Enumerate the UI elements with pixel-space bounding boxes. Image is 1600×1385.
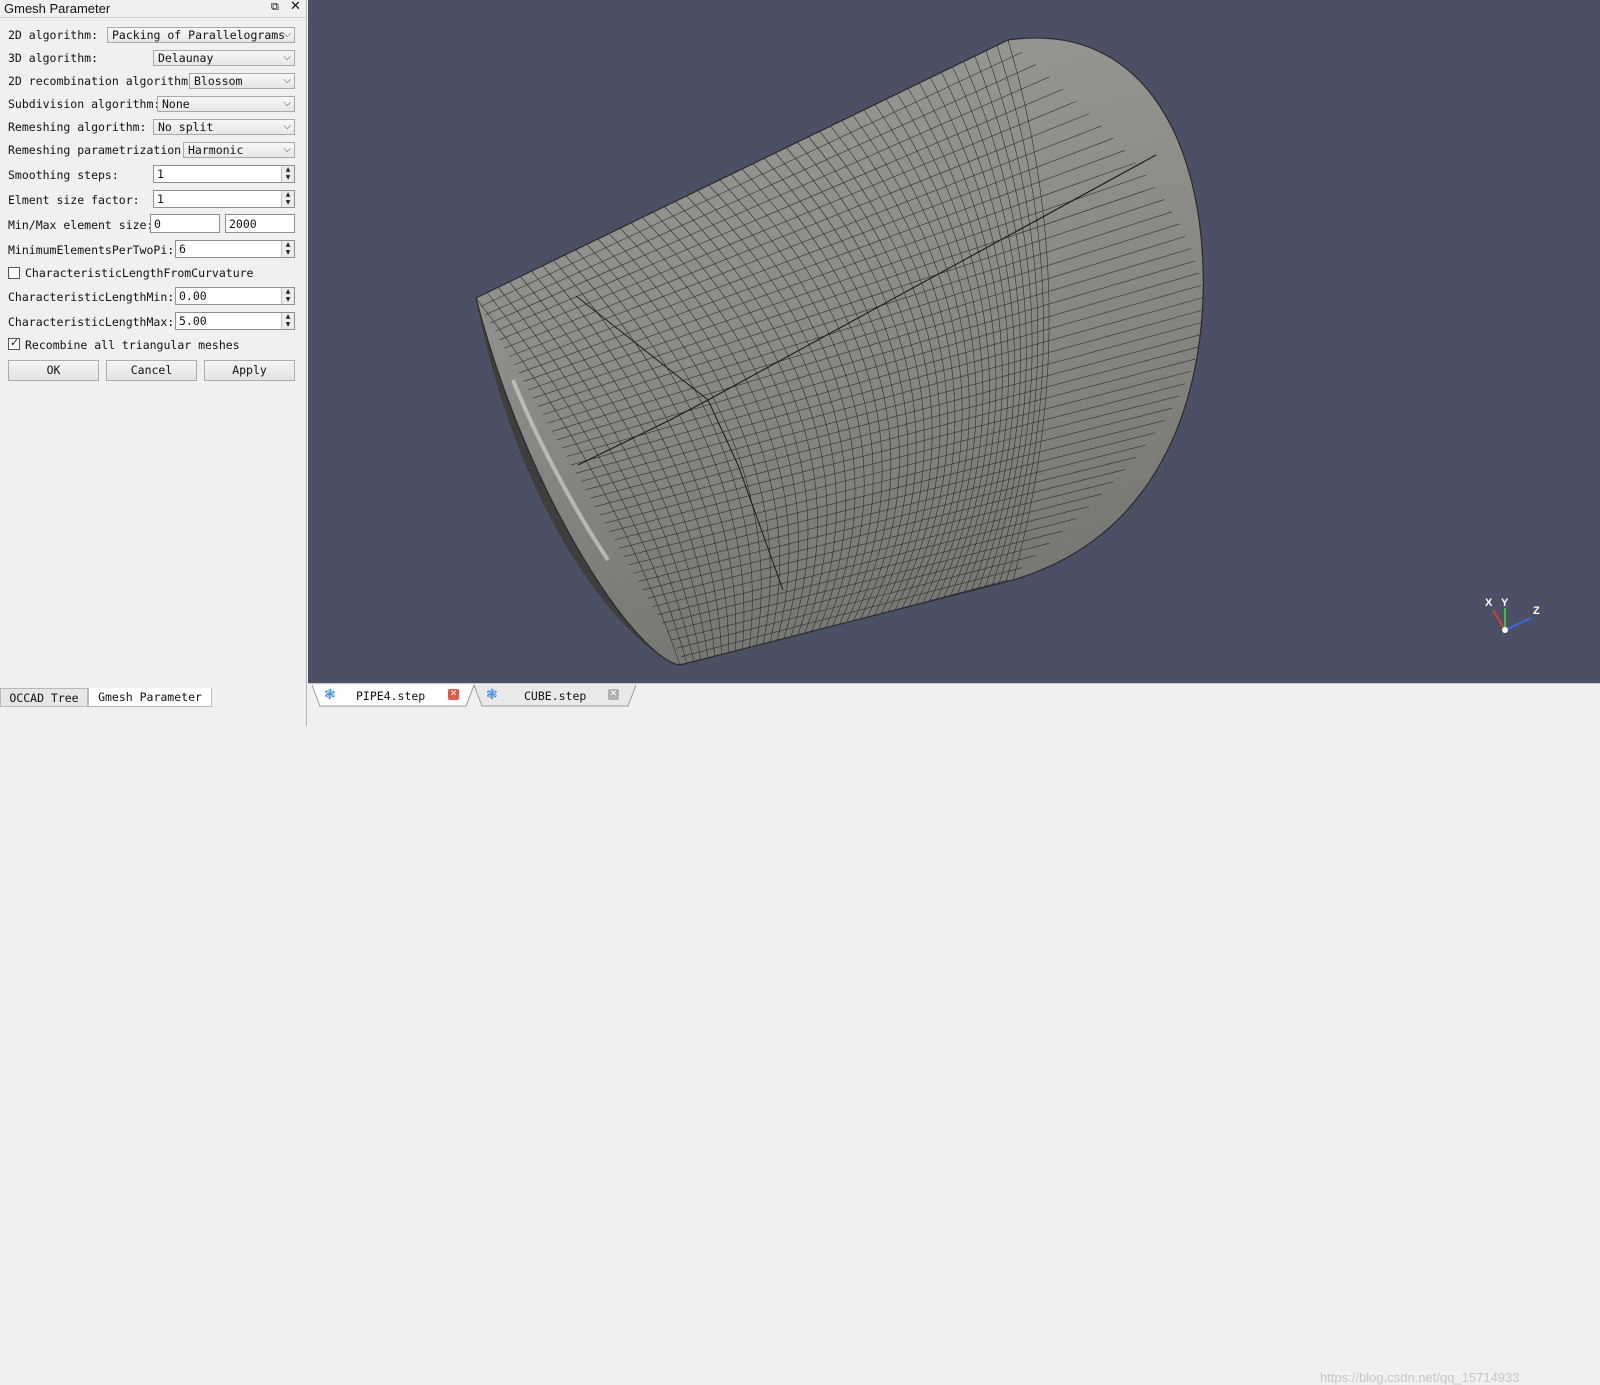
clmin-label: CharacteristicLengthMin:: [8, 290, 175, 304]
tab-gmesh-parameter[interactable]: Gmesh Parameter: [88, 688, 212, 707]
document-tab-bar: ❃ PIPE4.step ✕ ❃ CUBE.step ✕ https://blo…: [308, 683, 1600, 1385]
close-icon[interactable]: ✕: [608, 689, 619, 700]
panel-title: Gmesh Parameter: [4, 1, 111, 16]
axis-z-label: Z: [1533, 605, 1540, 617]
close-icon[interactable]: ✕: [448, 689, 459, 700]
close-icon[interactable]: ✕: [290, 0, 301, 14]
remesh-select[interactable]: No split ⌵: [153, 119, 295, 135]
minelems-value: 6: [179, 242, 186, 256]
3d-viewport[interactable]: X Y Z: [308, 0, 1600, 683]
sizefactor-value: 1: [157, 192, 164, 206]
chevron-down-icon: ⌵: [283, 52, 291, 63]
subdiv-value: None: [162, 97, 190, 111]
minmax-label: Min/Max element size:: [8, 218, 154, 232]
spin-up-icon[interactable]: ▲: [282, 241, 294, 249]
apply-button[interactable]: Apply: [204, 360, 295, 381]
alg3d-value: Delaunay: [158, 51, 214, 65]
watermark-text: https://blog.csdn.net/qq_15714933: [1320, 1370, 1520, 1385]
clmax-value: 5.00: [179, 314, 207, 328]
minelems-spinbox[interactable]: 6 ▲ ▼: [175, 240, 295, 258]
clmax-label: CharacteristicLengthMax:: [8, 315, 175, 329]
spin-up-icon[interactable]: ▲: [282, 288, 294, 296]
clmax-spinbox[interactable]: 5.00 ▲ ▼: [175, 312, 295, 330]
remeshparam-label: Remeshing parametrization:: [8, 143, 189, 157]
spin-up-icon[interactable]: ▲: [282, 191, 294, 199]
spin-down-icon[interactable]: ▼: [282, 321, 294, 329]
chevron-down-icon: ⌵: [283, 144, 291, 155]
subdiv-select[interactable]: None ⌵: [157, 96, 295, 112]
recomb-value: Blossom: [194, 74, 243, 88]
ok-button[interactable]: OK: [8, 360, 99, 381]
recomb-label: 2D recombination algorithm:: [8, 74, 195, 88]
tab-occad-tree[interactable]: OCCAD Tree: [0, 688, 88, 707]
spin-up-icon[interactable]: ▲: [282, 166, 294, 174]
smooth-value: 1: [157, 167, 164, 181]
checkmark-icon: ✓: [10, 336, 20, 349]
alg2d-value: Packing of Parallelograms: [112, 28, 286, 42]
max-size-value: 2000: [229, 217, 257, 231]
recomb-select[interactable]: Blossom ⌵: [189, 73, 295, 89]
alg2d-select[interactable]: Packing of Parallelograms ⌵: [107, 27, 295, 43]
remeshparam-value: Harmonic: [188, 143, 244, 157]
remeshparam-select[interactable]: Harmonic ⌵: [183, 142, 295, 158]
remesh-value: No split: [158, 120, 214, 134]
gear-icon: ❃: [486, 687, 498, 703]
subdiv-label: Subdivision algorithm:: [8, 97, 161, 111]
smooth-spinbox[interactable]: 1 ▲ ▼: [153, 165, 295, 183]
alg3d-select[interactable]: Delaunay ⌵: [153, 50, 295, 66]
doc-tab-pipe4[interactable]: ❃ PIPE4.step ✕: [312, 684, 474, 708]
min-size-field[interactable]: 0: [150, 214, 220, 233]
sizefactor-spinbox[interactable]: 1 ▲ ▼: [153, 190, 295, 208]
spin-down-icon[interactable]: ▼: [282, 296, 294, 304]
max-size-field[interactable]: 2000: [225, 214, 295, 233]
clmin-spinbox[interactable]: 0.00 ▲ ▼: [175, 287, 295, 305]
doc-tab-name: PIPE4.step: [356, 689, 426, 703]
float-icon[interactable]: ⧉: [271, 0, 279, 14]
spin-down-icon[interactable]: ▼: [282, 199, 294, 207]
smooth-label: Smoothing steps:: [8, 168, 119, 182]
alg2d-label: 2D algorithm:: [8, 28, 99, 42]
remesh-label: Remeshing algorithm:: [8, 120, 147, 134]
panel-tab-bar: OCCAD Tree Gmesh Parameter: [0, 688, 306, 726]
chevron-down-icon: ⌵: [283, 121, 291, 132]
chevron-down-icon: ⌵: [283, 75, 291, 86]
gmesh-parameter-panel: Gmesh Parameter ⧉ ✕ 2D algorithm: Packin…: [0, 0, 307, 726]
spin-down-icon[interactable]: ▼: [282, 249, 294, 257]
spin-down-icon[interactable]: ▼: [282, 174, 294, 182]
recombine-label: Recombine all triangular meshes: [25, 338, 240, 352]
clmin-value: 0.00: [179, 289, 207, 303]
doc-tab-cube[interactable]: ❃ CUBE.step ✕: [474, 684, 636, 708]
pipe-mesh-model: X Y Z: [475, 37, 1540, 666]
chevron-down-icon: ⌵: [283, 98, 291, 109]
axis-y-label: Y: [1501, 597, 1509, 609]
curvature-label: CharacteristicLengthFromCurvature: [25, 266, 254, 280]
axis-x-label: X: [1485, 597, 1493, 609]
gear-icon: ❃: [324, 687, 336, 703]
min-size-value: 0: [154, 217, 161, 231]
cancel-button[interactable]: Cancel: [106, 360, 197, 381]
chevron-down-icon: ⌵: [283, 29, 291, 40]
axis-triad: X Y Z: [1485, 597, 1540, 633]
alg3d-label: 3D algorithm:: [8, 51, 99, 65]
recombine-checkbox[interactable]: ✓: [8, 336, 20, 350]
sizefactor-label: Elment size factor:: [8, 193, 140, 207]
doc-tab-name: CUBE.step: [524, 689, 587, 703]
minelems-label: MinimumElementsPerTwoPi:: [8, 243, 175, 257]
curvature-checkbox[interactable]: [8, 267, 20, 279]
spin-up-icon[interactable]: ▲: [282, 313, 294, 321]
panel-titlebar: Gmesh Parameter ⧉ ✕: [0, 0, 306, 18]
